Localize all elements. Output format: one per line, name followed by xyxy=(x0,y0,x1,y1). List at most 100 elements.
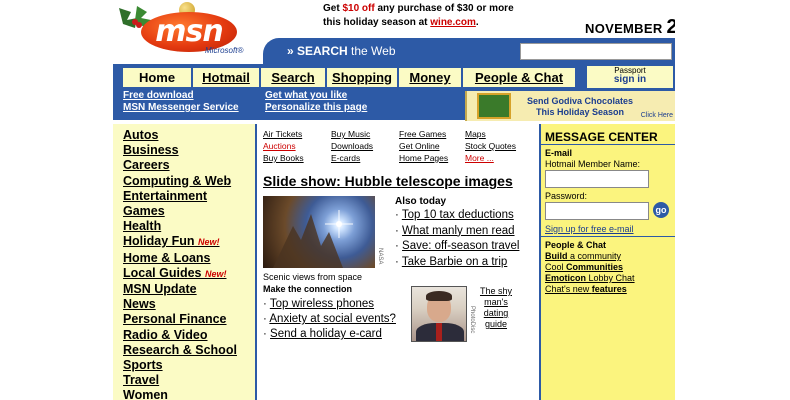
search-input[interactable] xyxy=(520,43,672,60)
member-name-field[interactable] xyxy=(545,170,649,188)
channel-link-games[interactable]: Games xyxy=(123,204,255,219)
promo-line1: Get $10 off any purchase of $30 or more xyxy=(323,2,553,16)
connection-list: · Top wireless phones · Anxiety at socia… xyxy=(263,297,396,342)
channel-link-radio-video[interactable]: Radio & Video xyxy=(123,328,255,343)
quick-links-col2: Buy Music Downloads E-cards xyxy=(331,128,373,164)
quick-link[interactable]: Downloads xyxy=(331,140,373,152)
quick-links-col1: Air Tickets Auctions Buy Books xyxy=(263,128,304,164)
channel-link-careers[interactable]: Careers xyxy=(123,158,255,173)
tab-search[interactable]: Search xyxy=(261,68,325,87)
quick-link[interactable]: Buy Music xyxy=(331,128,373,140)
list-item[interactable]: · Save: off-season travel xyxy=(395,239,519,255)
tab-shopping[interactable]: Shopping xyxy=(327,68,397,87)
quick-link[interactable]: Get Online xyxy=(399,140,448,152)
hubble-image[interactable] xyxy=(263,196,375,268)
signin-go-button[interactable]: go xyxy=(653,202,669,218)
connection-link[interactable]: Top wireless phones xyxy=(270,298,374,310)
free-download-link[interactable]: Free download xyxy=(123,90,194,102)
tab-home[interactable]: Home xyxy=(123,68,191,87)
channel-label: Games xyxy=(123,204,165,219)
also-link[interactable]: Top 10 tax deductions xyxy=(402,209,514,221)
msn-homepage: msn Microsoft® Get $10 off any purchase … xyxy=(113,0,675,400)
messenger-link[interactable]: MSN Messenger Service xyxy=(123,102,239,114)
get-what-link[interactable]: Get what you like xyxy=(265,90,347,102)
list-item[interactable]: · Top 10 tax deductions xyxy=(395,208,519,224)
quick-link[interactable]: Stock Quotes xyxy=(465,140,516,152)
channel-link-msn-update[interactable]: MSN Update xyxy=(123,282,255,297)
passport-signin[interactable]: Passport sign in xyxy=(587,66,673,88)
shy-man-photo[interactable] xyxy=(411,286,467,342)
channel-link-local-guides[interactable]: Local Guides New! xyxy=(123,266,255,282)
quick-link[interactable]: Home Pages xyxy=(399,152,448,164)
tab-money[interactable]: Money xyxy=(399,68,461,87)
date-month: NOVEMBER xyxy=(585,21,663,36)
image-credit: NASA xyxy=(377,248,383,265)
logo-area: msn Microsoft® xyxy=(113,0,263,62)
tab-hotmail[interactable]: Hotmail xyxy=(193,68,259,87)
main-content: Air Tickets Auctions Buy Books Buy Music… xyxy=(261,124,537,400)
list-item[interactable]: · What manly men read xyxy=(395,224,519,240)
signin-link[interactable]: sign in xyxy=(587,75,673,85)
quick-link[interactable]: E-cards xyxy=(331,152,373,164)
channel-label: Research & School xyxy=(123,342,237,357)
channel-link-health[interactable]: Health xyxy=(123,219,255,234)
link-text: Cool xyxy=(545,262,567,272)
chat-features-link[interactable]: Chat's new features xyxy=(545,284,627,294)
wine-link[interactable]: wine.com xyxy=(430,17,476,28)
channel-link-research-school[interactable]: Research & School xyxy=(123,343,255,358)
promo-text: . xyxy=(475,17,479,28)
password-field[interactable] xyxy=(545,202,649,220)
main-nav: Home Hotmail Search Shopping Money Peopl… xyxy=(113,64,675,88)
quick-link[interactable]: Buy Books xyxy=(263,152,304,164)
quick-link[interactable]: Air Tickets xyxy=(263,128,304,140)
link-bold: features xyxy=(591,284,627,294)
list-item[interactable]: · Top wireless phones xyxy=(263,297,396,312)
connection-link[interactable]: Anxiety at social events? xyxy=(269,313,396,325)
promo-banner[interactable]: Get $10 off any purchase of $30 or more … xyxy=(323,2,553,30)
channel-label: Travel xyxy=(123,373,160,388)
quick-link[interactable]: Maps xyxy=(465,128,516,140)
build-community-link[interactable]: Build a community xyxy=(545,251,621,261)
connection-link[interactable]: Send a holiday e-card xyxy=(270,328,382,340)
emoticon-chat-link[interactable]: Emoticon Lobby Chat xyxy=(545,273,635,283)
channel-link-computing-web[interactable]: Computing & Web xyxy=(123,174,255,189)
channel-link-entertainment[interactable]: Entertainment xyxy=(123,189,255,204)
quick-link[interactable]: Auctions xyxy=(263,140,304,152)
channel-link-sports[interactable]: Sports xyxy=(123,358,255,373)
quick-link-more[interactable]: More ... xyxy=(465,152,516,164)
feature-headline[interactable]: Slide show: Hubble telescope images xyxy=(263,173,513,189)
tab-people-chat[interactable]: People & Chat xyxy=(463,68,575,87)
list-item[interactable]: · Take Barbie on a trip xyxy=(395,255,519,271)
list-item[interactable]: · Anxiety at social events? xyxy=(263,312,396,327)
list-item[interactable]: · Send a holiday e-card xyxy=(263,327,396,342)
signup-link[interactable]: Sign up for free e-mail xyxy=(545,224,634,234)
channel-link-autos[interactable]: Autos xyxy=(123,128,255,143)
also-link[interactable]: Take Barbie on a trip xyxy=(402,256,507,268)
godiva-ad[interactable]: Send Godiva Chocolates This Holiday Seas… xyxy=(465,91,675,121)
also-link[interactable]: Save: off-season travel xyxy=(402,240,519,252)
sub-links-row: Free download MSN Messenger Service Get … xyxy=(113,88,675,121)
link-text: a community xyxy=(567,251,622,261)
channel-link-business[interactable]: Business xyxy=(123,143,255,158)
godiva-line1: Send Godiva Chocolates xyxy=(527,96,634,106)
channel-label: Holiday Fun xyxy=(123,234,195,249)
channel-link-home-loans[interactable]: Home & Loans xyxy=(123,251,255,266)
also-link[interactable]: What manly men read xyxy=(402,225,515,237)
promo-amount: $10 off xyxy=(342,3,375,14)
channel-link-holiday-fun[interactable]: Holiday Fun New! xyxy=(123,234,255,250)
godiva-click-link[interactable]: Click Here xyxy=(641,112,673,119)
also-today-title: Also today xyxy=(395,196,447,207)
new-badge: New! xyxy=(204,268,227,279)
link-bold: Emoticon xyxy=(545,273,587,283)
channel-label: Sports xyxy=(123,358,163,373)
channel-link-women[interactable]: Women xyxy=(123,388,255,400)
channel-link-travel[interactable]: Travel xyxy=(123,373,255,388)
link-text: Chat's new xyxy=(545,284,592,294)
channel-link-personal-finance[interactable]: Personal Finance xyxy=(123,312,255,327)
quick-link[interactable]: Free Games xyxy=(399,128,448,140)
nebula-graphic xyxy=(273,210,353,268)
channel-link-news[interactable]: News xyxy=(123,297,255,312)
cool-communities-link[interactable]: Cool Communities xyxy=(545,262,623,272)
personalize-link[interactable]: Personalize this page xyxy=(265,102,367,114)
shy-man-link[interactable]: The shy man's dating guide xyxy=(476,286,516,330)
